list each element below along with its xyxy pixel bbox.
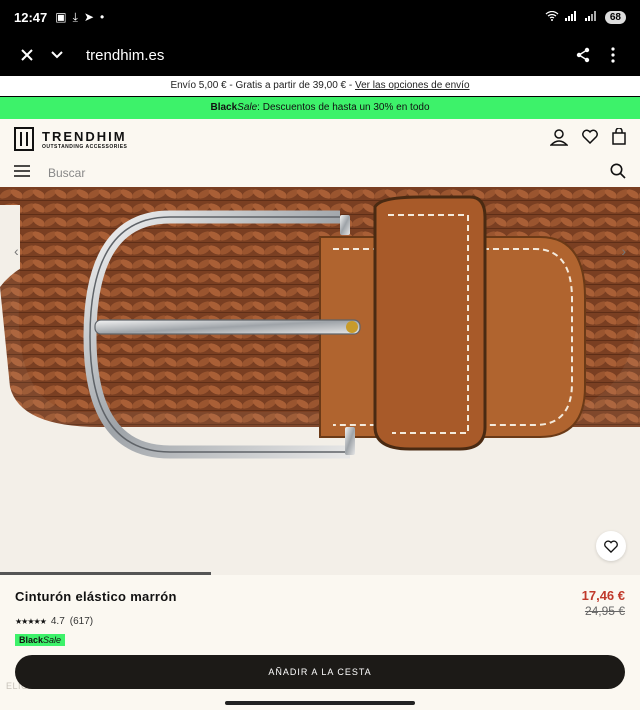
- search-icon: [610, 163, 626, 179]
- header-icons: [549, 127, 626, 151]
- search-button[interactable]: [610, 163, 626, 184]
- home-indicator: [225, 701, 415, 705]
- rating-value: 4.7: [50, 616, 65, 627]
- app-icon: ▣: [55, 10, 67, 24]
- status-right: 68: [545, 10, 626, 24]
- chevron-down-icon: [51, 51, 63, 59]
- add-to-cart-button[interactable]: AÑADIR A LA CESTA: [15, 655, 625, 689]
- logo-mark-icon: [14, 127, 34, 151]
- logo-tagline: OUTSTANDING ACCESSORIES: [42, 143, 128, 150]
- account-button[interactable]: [549, 128, 569, 151]
- black-sale-badge: BlackSale: [15, 634, 66, 646]
- rating-stars-icon: ★★★★★: [15, 617, 47, 626]
- product-rating[interactable]: ★★★★★ 4.7 (617): [15, 616, 93, 627]
- close-tab-button[interactable]: [12, 40, 42, 70]
- url-display[interactable]: trendhim.es: [86, 47, 164, 64]
- rating-count: (617): [69, 616, 94, 627]
- more-vertical-icon: [611, 47, 615, 63]
- product-image: [0, 187, 640, 575]
- wishlist-header-button[interactable]: [582, 129, 598, 149]
- telegram-icon: ➤: [83, 10, 94, 24]
- hamburger-icon: [14, 165, 30, 177]
- logo-name: TRENDHIM: [42, 128, 127, 144]
- product-price: 17,46 €: [581, 588, 625, 603]
- battery-indicator: 68: [604, 10, 626, 24]
- browser-toolbar: trendhim.es: [0, 34, 640, 76]
- close-icon: [21, 49, 33, 61]
- product-title: Cinturón elástico marrón: [15, 589, 177, 604]
- promo-brand-italic: Sale: [237, 102, 258, 113]
- user-icon: [549, 128, 569, 146]
- site-logo[interactable]: TRENDHIM OUTSTANDING ACCESSORIES: [14, 127, 127, 151]
- product-info: Cinturón elástico marrón 17,46 € 24,95 €…: [0, 575, 640, 710]
- status-time: 12:47: [14, 9, 48, 25]
- signal-icon-2: [584, 10, 599, 24]
- promo-banner[interactable]: BlackSale: Descuentos de hasta un 30% en…: [0, 97, 640, 119]
- screen: 12:47 ▣ ⤓ ➤ • 68 trendhim.es Envío 5,00 …: [0, 0, 640, 710]
- badge-italic: Sale: [43, 635, 62, 645]
- download-icon: ⤓: [72, 9, 78, 24]
- add-to-wishlist-button[interactable]: [596, 531, 626, 561]
- menu-button[interactable]: [598, 40, 628, 70]
- share-icon: [576, 47, 590, 63]
- search-bar: Buscar: [0, 159, 640, 187]
- cart-button[interactable]: [612, 127, 626, 150]
- carousel-prev-button[interactable]: ‹: [14, 243, 19, 259]
- search-input[interactable]: Buscar: [48, 166, 85, 180]
- product-old-price: 24,95 €: [584, 604, 625, 618]
- dot-icon: •: [99, 10, 105, 24]
- site-header: TRENDHIM OUTSTANDING ACCESSORIES: [0, 119, 640, 159]
- wifi-icon: [545, 10, 559, 24]
- share-button[interactable]: [568, 40, 598, 70]
- shipping-notice: Envío 5,00 € - Gratis a partir de 39,00 …: [0, 76, 640, 96]
- product-image-carousel[interactable]: ‹ ›: [0, 187, 640, 575]
- status-bar: 12:47 ▣ ⤓ ➤ • 68: [0, 0, 640, 34]
- carousel-next-button[interactable]: ›: [621, 243, 626, 259]
- promo-text: : Descuentos de hasta un 30% en todo: [257, 102, 430, 113]
- heart-icon: [604, 539, 618, 553]
- bag-icon: [612, 127, 626, 145]
- expand-button[interactable]: [42, 40, 72, 70]
- heart-icon: [582, 129, 598, 145]
- logo-text: TRENDHIM OUTSTANDING ACCESSORIES: [42, 129, 127, 150]
- shipping-text: Envío 5,00 € - Gratis a partir de 39,00 …: [170, 80, 355, 91]
- shipping-options-link[interactable]: Ver las opciones de envío: [355, 80, 470, 91]
- signal-icon: [564, 10, 579, 24]
- promo-brand-bold: Black: [210, 102, 238, 113]
- badge-bold: Black: [19, 635, 44, 645]
- hamburger-menu-button[interactable]: [14, 164, 30, 182]
